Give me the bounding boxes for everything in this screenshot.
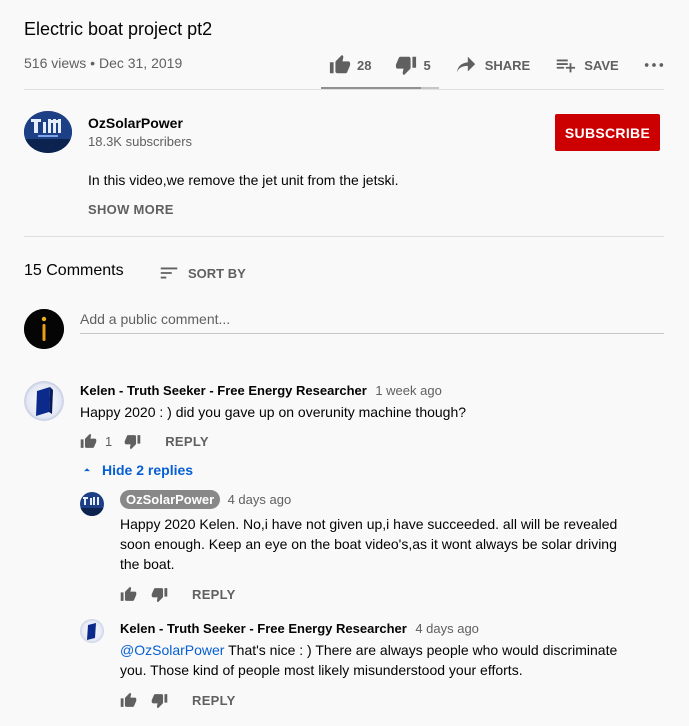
reply-time[interactable]: 4 days ago [415,621,479,636]
save-button[interactable]: SAVE [554,54,619,76]
comment-toolbar: 1 REPLY [80,433,209,450]
add-comment-input[interactable] [80,308,664,334]
reply-header: OzSolarPower 4 days ago [120,490,291,509]
more-actions-button[interactable] [643,54,665,76]
comment-author[interactable]: Kelen - Truth Seeker - Free Energy Resea… [80,383,367,398]
sort-by-button[interactable]: SORT BY [158,262,246,284]
save-label: SAVE [584,57,619,73]
comment-header: Kelen - Truth Seeker - Free Energy Resea… [80,382,442,400]
comment-count: 15 Comments [24,262,124,279]
share-label: SHARE [484,57,531,73]
video-description: In this video,we remove the jet unit fro… [88,172,399,188]
reply-toolbar: REPLY [120,692,236,709]
thumb-down-icon[interactable] [151,692,168,709]
show-more-button[interactable]: SHOW MORE [88,202,174,217]
sort-icon [160,267,178,279]
reply-avatar[interactable] [80,619,104,643]
more-icon [644,63,663,67]
video-title: Electric boat project pt2 [24,19,213,39]
view-count: 516 views [24,55,87,71]
reply-time[interactable]: 4 days ago [228,492,292,507]
user-avatar [24,309,64,349]
thumb-up-icon[interactable] [80,433,97,450]
sort-by-label: SORT BY [188,265,246,281]
dislike-button[interactable]: 5 [395,54,431,76]
reply-text: Happy 2020 Kelen. No,i have not given up… [120,516,618,572]
dislike-count: 5 [423,57,431,73]
user-avatar-image [24,309,64,349]
reply-header: Kelen - Truth Seeker - Free Energy Resea… [120,620,479,638]
share-icon [456,56,475,73]
divider [24,236,664,237]
reply-author-badge[interactable]: OzSolarPower [120,490,221,509]
reply-avatar[interactable] [80,492,104,516]
thumb-up-icon [329,54,351,74]
thumb-down-icon[interactable] [151,586,168,603]
reply-button[interactable]: REPLY [165,434,209,449]
reply-button[interactable]: REPLY [192,587,236,602]
subscribe-button[interactable]: SUBSCRIBE [555,114,660,151]
subscriber-count: 18.3K subscribers [88,134,193,149]
playlist-add-icon [556,59,576,73]
like-button[interactable]: 28 [329,54,371,76]
reply-author[interactable]: Kelen - Truth Seeker - Free Energy Resea… [120,621,407,636]
reply-toolbar: REPLY [120,586,236,603]
comment-text: Happy 2020 : ) did you gave up on overun… [80,404,467,420]
thumb-up-icon[interactable] [120,586,137,603]
divider [24,89,664,90]
video-meta: 516 views • Dec 31, 2019 [24,55,183,71]
commenter-avatar-image [24,381,64,421]
channel-name[interactable]: OzSolarPower [88,115,183,131]
upload-date: Dec 31, 2019 [98,55,183,71]
reply-button[interactable]: REPLY [192,693,236,708]
video-actions: 28 5 SHARE SAVE [329,53,665,77]
hide-replies-button[interactable]: Hide 2 replies [80,462,193,478]
commenter-avatar-image [80,619,104,643]
channel-logo-icon [80,492,104,516]
comment-time[interactable]: 1 week ago [375,383,442,398]
mention-link[interactable]: @OzSolarPower [120,642,224,658]
channel-logo-icon [24,111,72,153]
hide-replies-label: Hide 2 replies [102,462,194,478]
thumb-down-icon [396,56,417,76]
thumb-up-icon[interactable] [120,692,137,709]
comment-like-count: 1 [105,434,113,449]
share-button[interactable]: SHARE [455,54,531,76]
channel-avatar[interactable] [24,111,72,153]
chevron-up-icon [84,468,90,472]
like-count: 28 [357,57,372,73]
reply-text: @OzSolarPower That's nice : ) There are … [120,640,620,680]
commenter-avatar[interactable] [24,381,64,421]
thumb-down-icon[interactable] [124,433,141,450]
